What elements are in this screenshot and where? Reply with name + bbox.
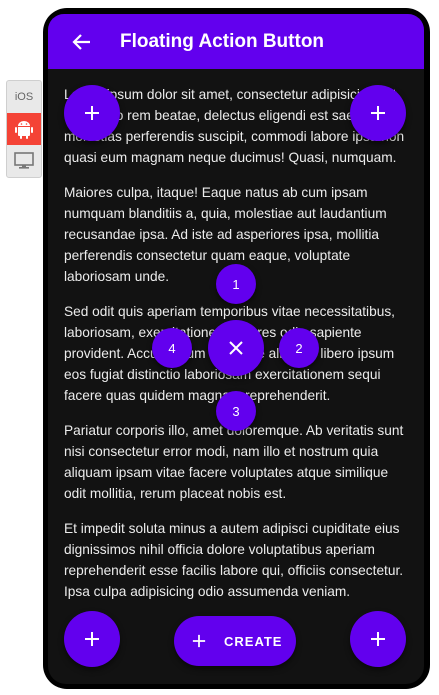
fab-list-item-4[interactable]: 4	[152, 328, 192, 368]
paragraph: Et impedit soluta minus a autem adipisci…	[64, 521, 404, 599]
monitor-icon	[14, 152, 34, 169]
toolbar: Floating Action Button	[48, 14, 424, 69]
create-button[interactable]: CREATE	[174, 616, 296, 666]
back-button[interactable]	[62, 22, 102, 62]
arrow-left-icon	[72, 33, 90, 50]
platform-ios-label: iOS	[14, 91, 34, 103]
platform-ios-button[interactable]: iOS	[7, 81, 41, 113]
fab-list-item-1[interactable]: 1	[216, 264, 256, 304]
create-button-label: CREATE	[224, 633, 283, 649]
plus-icon	[371, 106, 385, 120]
fab-top-left[interactable]	[64, 85, 120, 141]
paragraph: Pariatur corporis illo, amet doloremque.…	[64, 423, 404, 501]
plus-icon	[190, 632, 208, 650]
fab-list-label: 1	[232, 276, 240, 292]
plus-icon	[85, 106, 99, 120]
close-icon	[229, 341, 243, 355]
fab-bottom-right[interactable]	[350, 611, 406, 667]
fab-list-item-3[interactable]: 3	[216, 391, 256, 431]
android-icon	[15, 121, 33, 139]
fab-list-label: 2	[295, 340, 303, 356]
fab-bottom-left[interactable]	[64, 611, 120, 667]
platform-android-button[interactable]	[7, 113, 41, 145]
platform-switcher: iOS	[6, 80, 42, 178]
plus-icon	[85, 632, 99, 646]
fab-list-item-2[interactable]: 2	[279, 328, 319, 368]
plus-icon	[371, 632, 385, 646]
fab-center-close[interactable]	[208, 320, 264, 376]
fab-list-label: 4	[168, 340, 176, 356]
platform-desktop-button[interactable]	[7, 145, 41, 177]
fab-list-label: 3	[232, 403, 240, 419]
page-title: Floating Action Button	[120, 30, 325, 52]
fab-top-right[interactable]	[350, 85, 406, 141]
